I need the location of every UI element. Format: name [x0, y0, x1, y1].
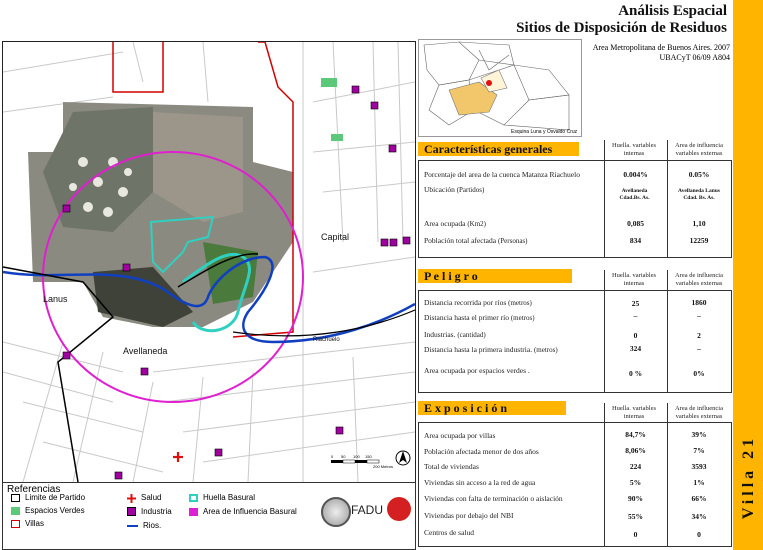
- legend-item-huella: Huella Basural: [189, 493, 255, 502]
- row-value-huella: 8,06%: [625, 446, 646, 455]
- row-value-influencia: 1%: [693, 478, 705, 487]
- col-head-influencia: Area de influencia variables externas: [674, 142, 723, 157]
- section-peligro-title: P e l i g r o: [418, 269, 572, 283]
- north-arrow-icon: [395, 450, 411, 466]
- location-pin-icon: [486, 80, 492, 86]
- fadu-logo: FADU: [351, 503, 384, 517]
- svg-text:100: 100: [353, 454, 360, 459]
- row-value-influencia: 1860: [691, 298, 707, 307]
- row-value-huella: 324: [629, 344, 642, 353]
- row-label: Distancia hasta la primera industria. (m…: [424, 345, 558, 354]
- row-value-huella: –: [633, 311, 638, 320]
- row-value-huella: 0,085: [627, 219, 644, 228]
- row-value-influencia: 2: [697, 331, 701, 340]
- svg-text:0: 0: [331, 454, 334, 459]
- row-value-huella: 55%: [628, 512, 643, 521]
- row-value-influencia: 0: [697, 530, 701, 539]
- row-value-influencia: –: [697, 311, 701, 320]
- row-value-huella: 834: [629, 236, 642, 245]
- legend-item-salud: Salud: [127, 493, 161, 503]
- page-subtitle: Sitios de Disposición de Residuos: [516, 20, 727, 36]
- row-label: Población total afectada (Personas): [424, 236, 528, 245]
- section-caracteristicas-title: Características generales: [418, 142, 579, 156]
- col-head-influencia: Area de influencia variables externas: [674, 272, 723, 287]
- section-exposicion-title: E x p o s i c i ó n: [418, 401, 566, 415]
- row-value-influencia: 39%: [691, 430, 707, 439]
- row-value-influencia: –: [697, 344, 701, 353]
- row-label: Total de viviendas: [424, 462, 479, 471]
- row-label: Viviendas con falta de terminación o ais…: [424, 494, 563, 503]
- university-seal-logo: [321, 497, 351, 527]
- locator-canvas: [423, 41, 570, 131]
- scale-bar: 0 50 100 150 200 Metros: [331, 454, 393, 469]
- col-head-huella: Huella. variables internas: [611, 272, 657, 287]
- partido-limit-east: [232, 309, 415, 337]
- row-label: Población afectada menor de dos años: [424, 447, 539, 456]
- sidebar-label: Villa 21: [740, 434, 757, 520]
- label-avellaneda: Avellaneda: [123, 346, 167, 356]
- svg-text:150: 150: [365, 454, 372, 459]
- row-value-huella: 90%: [628, 494, 643, 503]
- row-label: Area ocupada por villas: [424, 431, 496, 440]
- row-value-influencia: 7%: [693, 446, 705, 455]
- legend: Referencias Limite de Partido Espacios V…: [2, 482, 416, 550]
- col-head-huella: Huella. variables internas: [611, 142, 657, 157]
- locator-map[interactable]: Esquina Luna y Osvaldo Cruz: [418, 39, 582, 137]
- source-info: Area Metropolitana de Buenos Aires. 2007…: [592, 43, 730, 62]
- row-label: Area ocupada por espacios verdes .: [424, 366, 530, 375]
- row-value-huella: 0: [633, 530, 638, 539]
- green-spaces: [321, 78, 343, 141]
- row-label: Viviendas sin acceso a la red de agua: [424, 478, 536, 487]
- row-label: Centros de salud: [424, 528, 474, 537]
- svg-text:50: 50: [341, 454, 346, 459]
- row-value-huella: Avellaneda Cdad.Bs. As.: [619, 188, 650, 201]
- plus-icon: [127, 493, 136, 503]
- label-lanus: Lanus: [43, 294, 68, 304]
- row-value-influencia: 1,10: [692, 219, 706, 228]
- row-value-huella: 25: [631, 299, 640, 308]
- row-label: Viviendas por debajo del NBI: [424, 511, 514, 520]
- red-circle-logo: [387, 497, 411, 521]
- row-value-influencia: 66%: [691, 494, 707, 503]
- page-title: Análisis Espacial: [618, 3, 727, 19]
- legend-item-influencia: Area de Influencia Basural: [189, 507, 297, 516]
- row-value-huella: 0 %: [628, 369, 643, 378]
- svg-text:200 Metros: 200 Metros: [373, 464, 393, 469]
- row-value-influencia: 0.05%: [688, 170, 710, 179]
- legend-item-industria: Industria: [127, 507, 172, 516]
- label-riachuelo: Riachuelo: [313, 337, 340, 343]
- legend-item-villas: Villas: [11, 519, 44, 528]
- row-value-influencia: 3593: [691, 462, 707, 471]
- row-label: Area ocupada (Km2): [424, 219, 486, 228]
- row-value-influencia: 34%: [691, 512, 707, 521]
- row-label: Ubicación (Partidos): [424, 185, 485, 194]
- row-value-huella: 5%: [629, 478, 642, 487]
- locator-caption: Esquina Luna y Osvaldo Cruz: [511, 129, 578, 135]
- label-capital: Capital: [321, 232, 349, 242]
- legend-item-limite: Limite de Partido: [11, 493, 85, 502]
- row-value-influencia: 0%: [693, 369, 705, 378]
- row-value-huella: 0.004%: [623, 170, 648, 179]
- col-head-influencia: Area de influencia variables externas: [674, 405, 723, 420]
- health-marker: [173, 452, 183, 462]
- row-value-influencia: Avellaneda Lanus Cdad. Bs. As.: [678, 188, 720, 201]
- legend-item-rios: Rios.: [127, 521, 161, 530]
- row-label: Distancia hasta el primer río (metros): [424, 313, 535, 322]
- villas-outline-north: [112, 42, 164, 93]
- row-label: Porcentaje del area de la cuenca Matanza…: [424, 170, 580, 179]
- row-value-huella: 0: [633, 331, 638, 340]
- legend-item-espacios: Espacios Verdes: [11, 506, 85, 515]
- col-head-huella: Huella. variables internas: [611, 405, 657, 420]
- row-label: Distancia recorrida por ríos (metros): [424, 298, 532, 307]
- row-label: Industrias. (cantidad): [424, 330, 486, 339]
- main-map[interactable]: Capital Lanus Avellaneda Riachuelo 0 50 …: [2, 41, 416, 483]
- row-value-huella: 84,7%: [625, 430, 646, 439]
- row-value-huella: 224: [629, 462, 642, 471]
- map-canvas: Capital Lanus Avellaneda Riachuelo 0 50 …: [3, 42, 415, 482]
- aerial-image: [28, 102, 293, 327]
- row-value-influencia: 12259: [689, 236, 709, 245]
